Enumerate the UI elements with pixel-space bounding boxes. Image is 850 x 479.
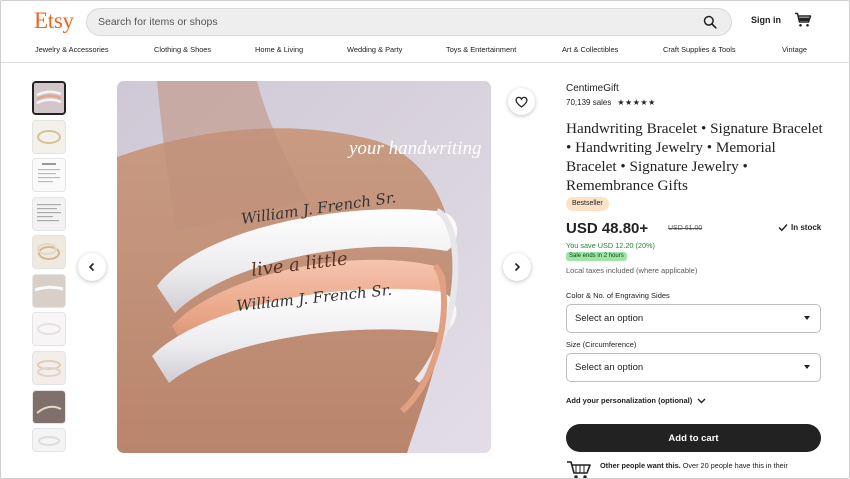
search-button[interactable] xyxy=(693,9,727,35)
price: USD 48.80+ xyxy=(566,220,649,237)
thumbnail-1[interactable] xyxy=(32,81,66,115)
search-icon xyxy=(703,15,717,29)
color-option-select[interactable]: Select an option xyxy=(566,304,821,333)
cart-icon[interactable] xyxy=(794,12,812,28)
sales-row: 70,139 sales ★★★★★ xyxy=(566,98,656,107)
shopping-cart-icon xyxy=(567,461,591,478)
nav-toys[interactable]: Toys & Entertainment xyxy=(446,45,516,54)
bracelet-thumbnail-image xyxy=(33,391,65,423)
others-want-notice: Other people want this. Over 20 people h… xyxy=(566,460,826,478)
overlay-text: your handwriting xyxy=(347,138,481,159)
thumbnail-3[interactable] xyxy=(32,158,66,192)
main-product-image[interactable]: your handwriting William J. French Sr. l… xyxy=(117,81,491,453)
bracelet-thumbnail-image xyxy=(37,243,60,260)
search-input[interactable] xyxy=(87,16,693,28)
size-option-value: Select an option xyxy=(575,362,644,373)
caret-down-icon xyxy=(804,365,810,369)
bracelet-thumbnail-image xyxy=(38,436,60,446)
nav-jewelry[interactable]: Jewelry & Accessories xyxy=(35,45,109,54)
bracelet-thumbnail-image xyxy=(33,275,65,307)
nav-vintage[interactable]: Vintage xyxy=(782,45,807,54)
nav-art[interactable]: Art & Collectibles xyxy=(562,45,618,54)
personalization-label: Add your personalization (optional) xyxy=(566,396,693,405)
savings-text: You save USD 12.20 (20%) xyxy=(566,241,655,250)
next-image-button[interactable] xyxy=(503,253,531,281)
sign-in-link[interactable]: Sign in xyxy=(751,15,781,25)
checkmark-icon xyxy=(778,224,788,232)
thumbnail-7[interactable] xyxy=(32,312,66,346)
nav-home-living[interactable]: Home & Living xyxy=(255,45,303,54)
color-option-value: Select an option xyxy=(575,313,644,324)
thumbnail-6[interactable] xyxy=(32,274,66,308)
others-want-text: Other people want this. Over 20 people h… xyxy=(600,460,788,478)
thumbnail-9[interactable] xyxy=(32,390,66,424)
caret-down-icon xyxy=(804,316,810,320)
nav-craft[interactable]: Craft Supplies & Tools xyxy=(663,45,736,54)
page: Etsy Sign in Jewelry & Accessories Cloth… xyxy=(0,0,850,479)
chevron-down-icon xyxy=(697,398,706,403)
sale-ends-badge: Sale ends in 2 hours xyxy=(566,252,627,261)
favorite-button[interactable] xyxy=(508,88,535,115)
size-option-label: Size (Circumference) xyxy=(566,340,637,349)
add-to-cart-button[interactable]: Add to cart xyxy=(566,424,821,452)
bracelet-thumbnail-image xyxy=(37,323,61,335)
taxes-note: Local taxes included (where applicable) xyxy=(566,266,698,275)
nav-wedding[interactable]: Wedding & Party xyxy=(347,45,402,54)
bracelet-thumbnail-image xyxy=(34,83,64,113)
thumbnail-4[interactable] xyxy=(32,197,66,231)
stock-status: In stock xyxy=(778,223,821,232)
thumbnail-10[interactable] xyxy=(32,428,66,452)
original-price: USD 61.00 xyxy=(668,225,703,232)
info-thumbnail-image xyxy=(37,204,61,222)
nav-clothing[interactable]: Clothing & Shoes xyxy=(154,45,211,54)
size-option-select[interactable]: Select an option xyxy=(566,353,821,382)
listing-title: Handwriting Bracelet • Signature Bracele… xyxy=(566,120,823,194)
personalization-toggle[interactable]: Add your personalization (optional) xyxy=(566,396,706,405)
shop-name-link[interactable]: CentimeGift xyxy=(566,83,619,94)
category-nav: Jewelry & Accessories Clothing & Shoes H… xyxy=(1,43,849,57)
header: Etsy Sign in Jewelry & Accessories Cloth… xyxy=(1,1,849,63)
others-want-rest: Over 20 people have this in their xyxy=(680,461,788,470)
star-rating[interactable]: ★★★★★ xyxy=(617,98,655,107)
others-want-bold: Other people want this. xyxy=(600,461,681,470)
bracelet-thumbnail-image xyxy=(37,360,61,377)
search-bar xyxy=(86,8,732,36)
thumbnail-5[interactable] xyxy=(32,235,66,269)
chevron-left-icon xyxy=(88,262,95,272)
stock-text: In stock xyxy=(791,223,822,232)
color-option-label: Color & No. of Engraving Sides xyxy=(566,291,670,300)
bracelet-thumbnail-image xyxy=(37,130,61,144)
size-chart-thumbnail-image xyxy=(38,163,60,183)
sales-count: 70,139 sales xyxy=(566,98,612,107)
bestseller-badge: Bestseller xyxy=(566,197,609,211)
etsy-logo[interactable]: Etsy xyxy=(34,8,74,34)
heart-icon xyxy=(515,96,528,108)
thumbnail-2[interactable] xyxy=(32,120,66,154)
previous-image-button[interactable] xyxy=(78,253,106,281)
chevron-right-icon xyxy=(514,262,521,272)
bracelet-photo: your handwriting William J. French Sr. l… xyxy=(117,81,491,453)
thumbnail-8[interactable] xyxy=(32,351,66,385)
